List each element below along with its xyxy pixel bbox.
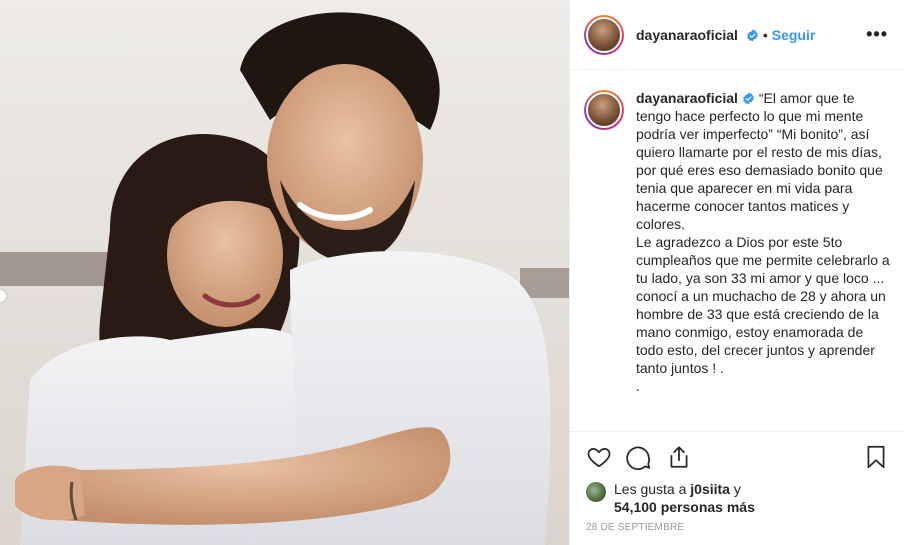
verified-badge-icon xyxy=(743,92,754,105)
caption-username[interactable]: dayanaraoficial xyxy=(636,90,755,106)
action-icons-row xyxy=(586,444,889,470)
caption: dayanaraoficial “El amor que te tengo ha… xyxy=(636,89,891,431)
post-sidebar: dayanaraoficial • Seguir ••• dayanaraofi… xyxy=(569,0,904,545)
caption-avatar[interactable] xyxy=(584,90,624,130)
header-username[interactable]: dayanaraoficial xyxy=(636,27,759,43)
bookmark-icon[interactable] xyxy=(863,444,889,470)
verified-badge-icon xyxy=(747,29,758,41)
heart-icon[interactable] xyxy=(586,444,612,470)
caption-body: “El amor que te tengo hace perfecto lo q… xyxy=(636,90,890,394)
likes-row: Les gusta a j0siita y 54,100 personas má… xyxy=(586,480,889,516)
post-header: dayanaraoficial • Seguir ••• xyxy=(570,0,904,70)
share-icon[interactable] xyxy=(666,444,692,470)
post-photo[interactable] xyxy=(0,0,569,545)
likes-summary: Les gusta a j0siita y 54,100 personas má… xyxy=(614,480,755,516)
separator-dot: • xyxy=(762,26,768,43)
likes-connector: y xyxy=(729,481,741,497)
caption-section: dayanaraoficial “El amor que te tengo ha… xyxy=(570,71,904,431)
liker-username[interactable]: j0siita xyxy=(690,481,730,497)
actions-section: Les gusta a j0siita y 54,100 personas má… xyxy=(570,431,904,545)
profile-avatar[interactable] xyxy=(584,14,624,55)
follow-button[interactable]: Seguir xyxy=(772,27,816,43)
liker-avatar[interactable] xyxy=(586,482,606,502)
likes-prefix: Les gusta a xyxy=(614,481,691,497)
post-date[interactable]: 28 DE SEPTIEMBRE xyxy=(586,522,889,533)
more-options-button[interactable]: ••• xyxy=(866,24,888,45)
couple-photo-illustration xyxy=(0,0,569,545)
likes-count[interactable]: 54,100 personas más xyxy=(614,499,755,515)
comment-icon[interactable] xyxy=(626,444,652,470)
